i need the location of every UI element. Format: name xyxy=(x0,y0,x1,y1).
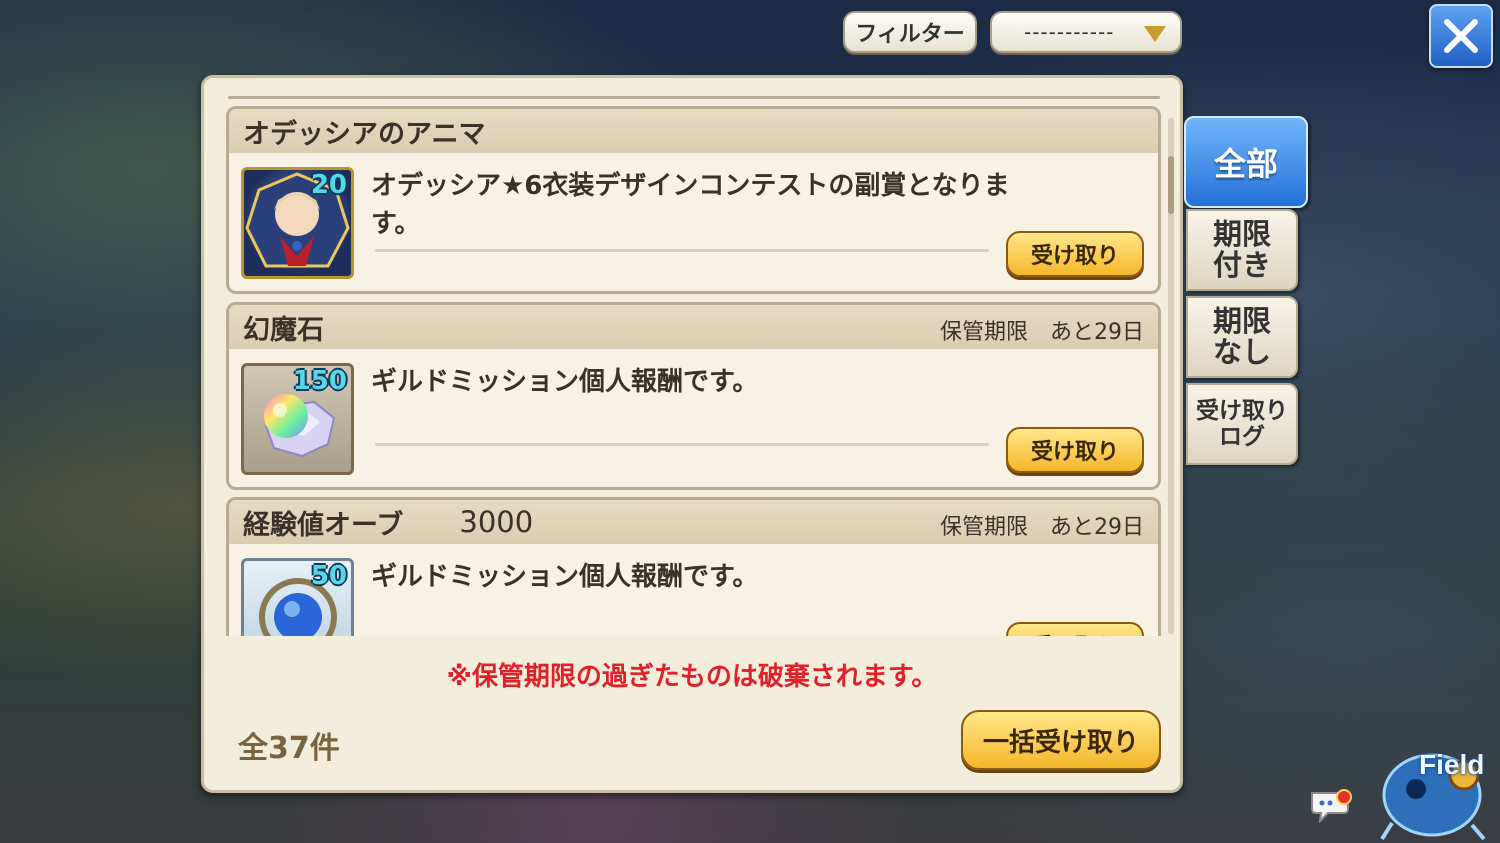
claim-button[interactable]: 受け取り xyxy=(1006,231,1144,277)
tab-all[interactable]: 全部 xyxy=(1184,116,1308,208)
reward-title: 経験値オーブ xyxy=(243,509,404,541)
magicite-crystal-icon: 150 xyxy=(241,363,354,475)
filter-dropdown-value: ----------- xyxy=(1024,20,1115,44)
item-count: 150 xyxy=(292,366,347,396)
character-portrait-icon: 20 xyxy=(241,167,354,279)
reward-card-header: 経験値オーブ 3000 保管期限 あと29日 xyxy=(229,500,1158,544)
item-count: 50 xyxy=(310,561,347,591)
expiry-label: 保管期限 xyxy=(939,320,1028,345)
chevron-down-icon xyxy=(1144,26,1166,42)
expiry-warning: ※保管期限の過ぎたものは破棄されます。 xyxy=(446,662,938,692)
reward-card-header: 幻魔石 保管期限 あと29日 xyxy=(229,305,1158,349)
reward-card: オデッシアのアニマ 20 オデッシア★6衣装デザインコンテストの副賞となります。… xyxy=(226,106,1161,294)
filter-dropdown[interactable]: ----------- xyxy=(990,11,1182,53)
expiry-remaining: あと29日 xyxy=(1050,515,1144,540)
total-count: 全37件 xyxy=(238,731,340,766)
reward-description: ギルドミッション個人報酬です。 xyxy=(371,562,759,592)
close-icon xyxy=(1444,19,1478,53)
divider xyxy=(228,96,1160,99)
filter-button[interactable]: フィルター xyxy=(843,11,977,53)
reward-title: 幻魔石 xyxy=(243,314,324,346)
tab-receive-log[interactable]: 受け取り ログ xyxy=(1186,383,1298,465)
reward-list[interactable]: オデッシアのアニマ 20 オデッシア★6衣装デザインコンテストの副賞となります。… xyxy=(226,106,1164,636)
expiry-info: 保管期限 あと29日 xyxy=(940,509,1144,541)
expiry-label: 保管期限 xyxy=(939,515,1028,540)
close-button[interactable] xyxy=(1429,4,1493,68)
experience-orb-icon: 50 xyxy=(241,558,354,636)
item-count: 20 xyxy=(310,170,347,200)
bulk-claim-button[interactable]: 一括受け取り xyxy=(961,710,1161,770)
reward-description: ギルドミッション個人報酬です。 xyxy=(371,367,759,397)
scrollbar-thumb[interactable] xyxy=(1168,156,1174,214)
tab-no-deadline[interactable]: 期限 なし xyxy=(1186,296,1298,378)
expiry-info: 保管期限 あと29日 xyxy=(940,314,1144,346)
chat-icon[interactable] xyxy=(1308,789,1352,824)
present-box-panel: オデッシアのアニマ 20 オデッシア★6衣装デザインコンテストの副賞となります。… xyxy=(201,75,1183,793)
reward-card-header: オデッシアのアニマ xyxy=(229,109,1158,153)
field-label: Field xyxy=(1419,749,1485,780)
reward-description: オデッシア★6衣装デザインコンテストの副賞となります。 xyxy=(371,171,1010,239)
claim-button[interactable]: 受け取り xyxy=(1006,622,1144,636)
expiry-remaining: あと29日 xyxy=(1050,320,1144,345)
tab-with-deadline[interactable]: 期限 付き xyxy=(1186,209,1298,291)
claim-button[interactable]: 受け取り xyxy=(1006,427,1144,473)
reward-card: 幻魔石 保管期限 あと29日 150 ギルドミッション個人報酬です。 受け取り xyxy=(226,302,1161,490)
divider xyxy=(375,443,989,446)
reward-title: オデッシアのアニマ xyxy=(243,118,486,150)
reward-amount: 3000 xyxy=(459,505,534,539)
reward-card: 経験値オーブ 3000 保管期限 あと29日 50 ギルドミッション個人報酬です。… xyxy=(226,497,1161,636)
divider xyxy=(375,249,989,252)
